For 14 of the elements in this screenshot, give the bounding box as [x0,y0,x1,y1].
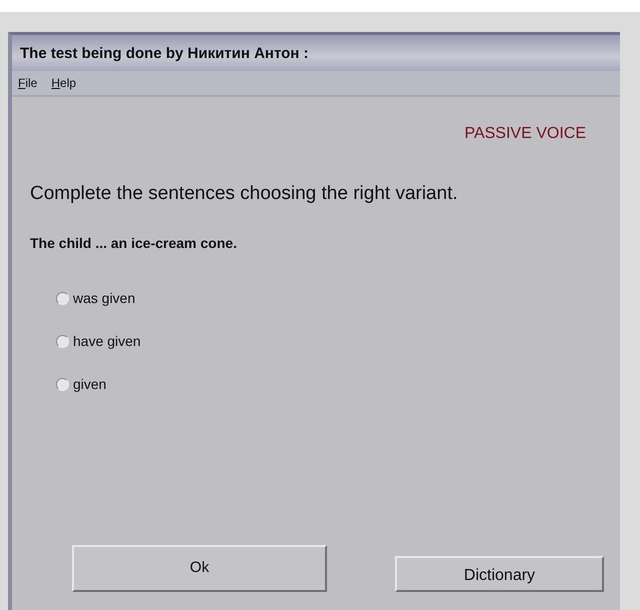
ok-button[interactable]: Ok [72,545,327,592]
radio-button[interactable] [56,378,69,390]
question-text: The child ... an ice-cream cone. [29,234,238,252]
option-label[interactable]: was given [73,288,136,308]
radio-button[interactable] [56,334,69,348]
option-label[interactable]: given [73,374,106,394]
topic-heading: PASSIVE VOICE [463,124,587,144]
instruction-text: Complete the sentences choosing the right variant. [29,182,459,206]
option-label[interactable]: have given [73,330,141,352]
menu-item[interactable]: Help [51,74,76,92]
window-title: The test being done by Никитин Антон : [20,45,309,62]
radio-button[interactable] [56,292,69,304]
menu-item[interactable]: File [18,74,38,92]
dictionary-button[interactable]: Dictionary [395,556,604,592]
